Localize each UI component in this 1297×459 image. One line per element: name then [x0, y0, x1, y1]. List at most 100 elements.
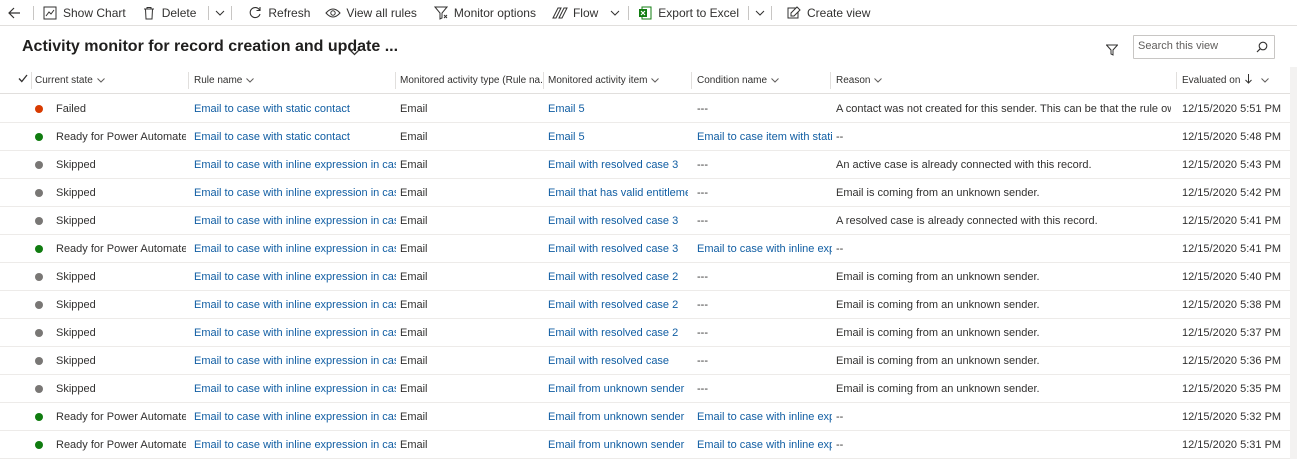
rule-name-link[interactable]: Email to case with inline expression in …: [194, 151, 396, 179]
activity-item-link[interactable]: Email 5: [548, 95, 688, 123]
export-to-excel-button[interactable]: Export to Excel: [637, 0, 739, 26]
table-row[interactable]: Skipped Email to case with inline expres…: [0, 179, 1297, 207]
activity-item-link[interactable]: Email from unknown sender: [548, 403, 688, 431]
table-row[interactable]: Ready for Power Automate Email to case w…: [0, 403, 1297, 431]
table-row[interactable]: Skipped Email to case with inline expres…: [0, 207, 1297, 235]
chevron-down-icon: [771, 75, 779, 86]
condition-name-cell: ---: [697, 271, 708, 283]
create-view-label: Create view: [807, 5, 871, 20]
toolbar-divider: [628, 5, 630, 20]
activity-type-cell: Email: [400, 411, 428, 423]
rule-name-link[interactable]: Email to case with static contact: [194, 123, 396, 151]
rule-name-link[interactable]: Email to case with inline expression in …: [194, 291, 396, 319]
column-divider: [188, 72, 189, 89]
column-header-current-state[interactable]: Current state: [35, 67, 185, 93]
create-view-button[interactable]: Create view: [786, 0, 870, 26]
evaluated-on-cell: 12/15/2020 5:35 PM: [1182, 383, 1282, 395]
column-header-monitored-activity-item[interactable]: Monitored activity item: [548, 67, 688, 93]
activity-item-link[interactable]: Email with resolved case 3: [548, 235, 688, 263]
rule-name-link[interactable]: Email to case with inline expression in …: [194, 403, 396, 431]
chevron-down-icon: [1261, 75, 1270, 86]
vertical-scrollbar[interactable]: [1290, 67, 1297, 459]
toolbar-divider: [748, 5, 749, 20]
activity-item-link[interactable]: Email with resolved case 3: [548, 151, 688, 179]
rule-name-link[interactable]: Email to case with inline expression in …: [194, 347, 396, 375]
current-state-cell: Skipped: [56, 327, 96, 339]
reason-cell: A resolved case is already connected wit…: [836, 215, 1098, 227]
evaluated-on-cell: 12/15/2020 5:36 PM: [1182, 355, 1282, 367]
evaluated-on-cell: 12/15/2020 5:41 PM: [1182, 215, 1282, 227]
refresh-button[interactable]: Refresh: [247, 0, 310, 26]
export-options-dropdown[interactable]: [755, 0, 765, 26]
search-icon[interactable]: [1256, 41, 1268, 56]
table-row[interactable]: Skipped Email to case with inline expres…: [0, 375, 1297, 403]
rule-name-link[interactable]: Email to case with inline expression in …: [194, 235, 396, 263]
column-header-monitored-activity-type[interactable]: Monitored activity type (Rule na...: [400, 67, 543, 93]
filter-icon[interactable]: [1105, 44, 1119, 59]
rule-name-link[interactable]: Email to case with static contact: [194, 95, 396, 123]
rule-name-link[interactable]: Email to case with inline expression in …: [194, 375, 396, 403]
activity-item-link[interactable]: Email from unknown sender: [548, 431, 688, 459]
show-chart-label: Show Chart: [63, 5, 126, 20]
activity-item-link[interactable]: Email 5: [548, 123, 688, 151]
checkmark-icon: [18, 74, 28, 86]
reason-cell: --: [836, 131, 844, 143]
rule-name-link[interactable]: Email to case with inline expression in …: [194, 207, 396, 235]
more-commands-dropdown[interactable]: [215, 0, 225, 26]
column-header-evaluated-on[interactable]: Evaluated on: [1182, 67, 1282, 93]
status-dot-icon: [35, 385, 43, 393]
rule-name-link[interactable]: Email to case with inline expression in …: [194, 263, 396, 291]
table-row[interactable]: Ready for Power Automate Email to case w…: [0, 431, 1297, 459]
condition-name-link[interactable]: Email to case with inline expres: [697, 403, 832, 431]
view-all-rules-button[interactable]: View all rules: [325, 0, 417, 26]
table-row[interactable]: Skipped Email to case with inline expres…: [0, 291, 1297, 319]
select-all-checkbox[interactable]: [18, 67, 32, 93]
view-title[interactable]: Activity monitor for record creation and…: [22, 38, 398, 56]
table-row[interactable]: Failed Email to case with static contact…: [0, 95, 1297, 123]
column-divider: [543, 72, 544, 89]
condition-name-link[interactable]: Email to case with inline expres: [697, 431, 832, 459]
search-input[interactable]: [1138, 40, 1248, 52]
activity-item-link[interactable]: Email with resolved case 3: [548, 207, 688, 235]
toolbar-divider: [33, 5, 34, 20]
condition-name-link[interactable]: Email to case with inline expres: [697, 235, 832, 263]
flow-button[interactable]: Flow: [552, 0, 620, 26]
column-header-label: Monitored activity type (Rule na...: [400, 74, 543, 86]
activity-item-link[interactable]: Email with resolved case: [548, 347, 688, 375]
reason-cell: --: [836, 439, 844, 451]
activity-item-link[interactable]: Email from unknown sender: [548, 375, 688, 403]
delete-button[interactable]: Delete: [141, 0, 196, 26]
activity-item-link[interactable]: Email with resolved case 2: [548, 319, 688, 347]
condition-name-cell: ---: [697, 299, 708, 311]
show-chart-button[interactable]: Show Chart: [42, 0, 126, 26]
activity-item-link[interactable]: Email with resolved case 2: [548, 263, 688, 291]
table-row[interactable]: Skipped Email to case with inline expres…: [0, 151, 1297, 179]
column-header-label: Rule name: [194, 74, 243, 86]
back-button[interactable]: [8, 0, 28, 26]
table-row[interactable]: Skipped Email to case with inline expres…: [0, 347, 1297, 375]
condition-name-cell: ---: [697, 327, 708, 339]
current-state-cell: Skipped: [56, 159, 96, 171]
table-row[interactable]: Ready for Power Automate Email to case w…: [0, 235, 1297, 263]
rule-name-link[interactable]: Email to case with inline expression in …: [194, 319, 396, 347]
view-header: Activity monitor for record creation and…: [0, 30, 1297, 66]
status-dot-icon: [35, 329, 43, 337]
monitor-options-label: Monitor options: [453, 5, 536, 20]
status-dot-icon: [35, 273, 43, 281]
rule-name-link[interactable]: Email to case with inline expression in …: [194, 431, 396, 459]
condition-name-link[interactable]: Email to case item with static co: [697, 123, 832, 151]
evaluated-on-cell: 12/15/2020 5:51 PM: [1182, 103, 1282, 115]
activity-item-link[interactable]: Email with resolved case 2: [548, 291, 688, 319]
column-header-reason[interactable]: Reason: [836, 67, 1166, 93]
view-selector-chevron-icon[interactable]: [349, 44, 360, 59]
monitor-options-button[interactable]: Monitor options: [433, 0, 536, 26]
table-row[interactable]: Skipped Email to case with inline expres…: [0, 263, 1297, 291]
reason-cell: Email is coming from an unknown sender.: [836, 383, 1040, 395]
rule-name-link[interactable]: Email to case with inline expression in …: [194, 179, 396, 207]
column-header-condition-name[interactable]: Condition name: [697, 67, 827, 93]
column-header-rule-name[interactable]: Rule name: [194, 67, 392, 93]
activity-item-link[interactable]: Email that has valid entitlement: [548, 179, 688, 207]
column-divider: [1176, 72, 1177, 89]
table-row[interactable]: Skipped Email to case with inline expres…: [0, 319, 1297, 347]
table-row[interactable]: Ready for Power Automate Email to case w…: [0, 123, 1297, 151]
